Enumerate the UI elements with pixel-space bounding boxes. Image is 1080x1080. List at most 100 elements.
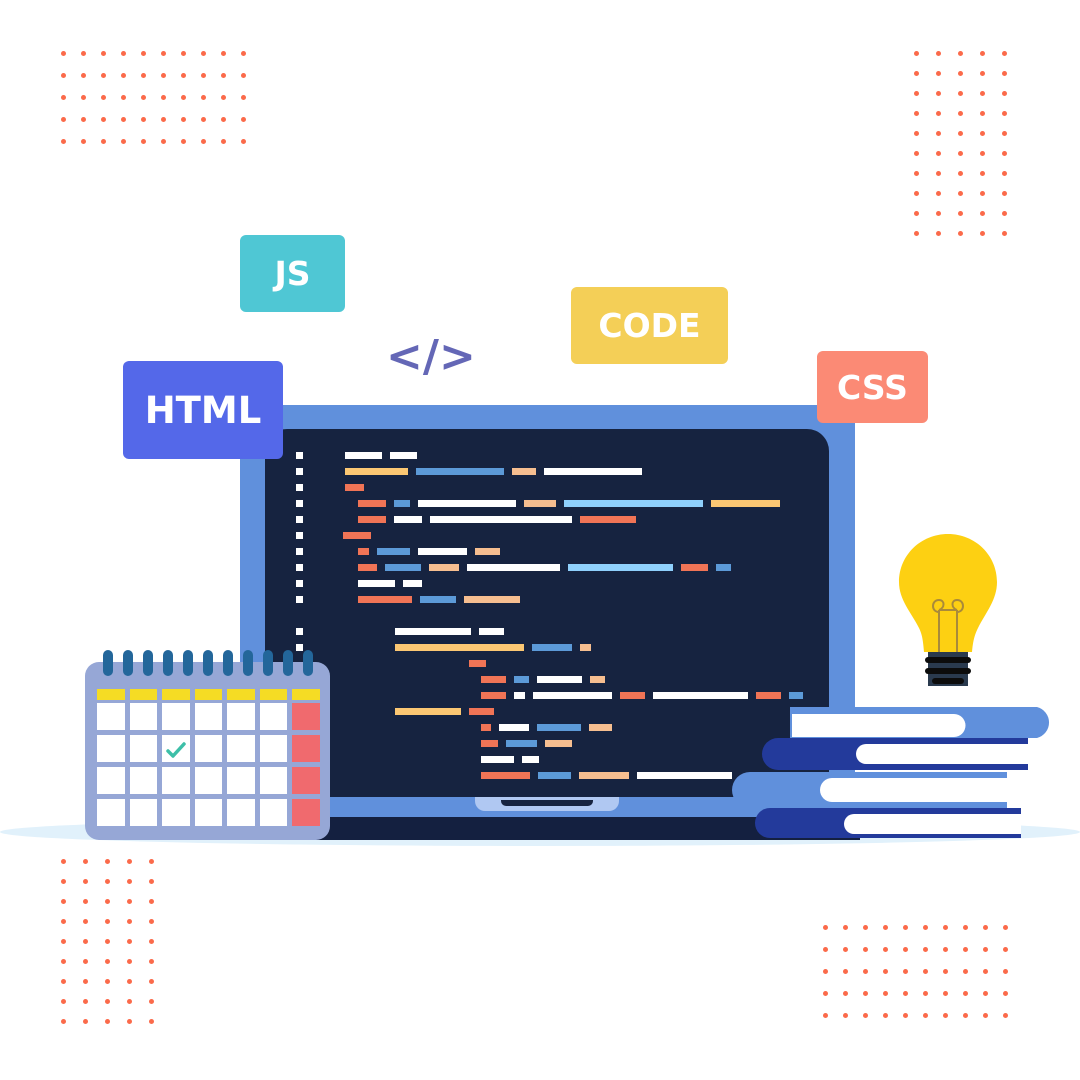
decor-dot xyxy=(936,151,941,156)
decor-dot xyxy=(161,95,166,100)
book-top xyxy=(790,707,1050,738)
decor-dot xyxy=(105,939,110,944)
calendar-day-cell xyxy=(259,703,287,730)
code-token xyxy=(533,692,612,699)
decor-dot xyxy=(903,991,908,996)
decor-dot xyxy=(61,959,66,964)
code-token xyxy=(481,756,514,763)
decor-dot xyxy=(149,959,154,964)
decor-dot xyxy=(923,947,928,952)
decor-dot xyxy=(863,969,868,974)
decor-dot xyxy=(883,991,888,996)
decor-dot xyxy=(83,899,88,904)
decor-dot xyxy=(61,899,66,904)
code-tag-label: CODE xyxy=(598,306,701,345)
calendar-ring xyxy=(303,650,313,676)
decor-dot xyxy=(983,1013,988,1018)
decor-dot xyxy=(936,51,941,56)
decor-dot xyxy=(105,859,110,864)
calendar-day-cell xyxy=(129,799,157,826)
decor-dot xyxy=(61,139,66,144)
calendar-ring xyxy=(143,650,153,676)
decor-dot xyxy=(201,139,206,144)
decor-dot xyxy=(61,999,66,1004)
decor-dot xyxy=(161,51,166,56)
calendar-day-cell xyxy=(97,735,125,762)
decor-dot xyxy=(1002,131,1007,136)
decor-dot xyxy=(121,51,126,56)
decor-dot xyxy=(980,191,985,196)
calendar-day-cell xyxy=(227,767,255,794)
code-token xyxy=(589,724,612,731)
code-token xyxy=(418,548,467,555)
decor-dot xyxy=(149,999,154,1004)
decor-dot xyxy=(980,51,985,56)
js-tag: JS xyxy=(240,235,345,312)
decor-dot xyxy=(105,999,110,1004)
decor-dot xyxy=(61,859,66,864)
decor-dot xyxy=(149,939,154,944)
line-number-marker xyxy=(296,500,303,507)
decor-dot xyxy=(141,73,146,78)
decor-dot xyxy=(221,117,226,122)
code-brackets-symbol: </> xyxy=(386,331,476,382)
code-token xyxy=(568,564,673,571)
calendar-day-cell xyxy=(129,703,157,730)
decor-dot xyxy=(958,51,963,56)
js-tag-label: JS xyxy=(274,254,311,293)
decor-dot xyxy=(105,879,110,884)
decor-dot xyxy=(914,131,919,136)
calendar-day-header xyxy=(129,689,157,700)
decor-dot xyxy=(958,111,963,116)
decor-dot xyxy=(914,191,919,196)
calendar-day-cell xyxy=(292,735,320,762)
code-token xyxy=(532,644,572,651)
decor-dot xyxy=(241,73,246,78)
decor-dot xyxy=(81,95,86,100)
decor-dot xyxy=(1002,91,1007,96)
decor-dot xyxy=(843,991,848,996)
decor-dot xyxy=(883,925,888,930)
decor-dot xyxy=(914,71,919,76)
code-token xyxy=(537,676,582,683)
decor-dot xyxy=(121,139,126,144)
decor-dot xyxy=(863,1013,868,1018)
calendar-day-header xyxy=(194,689,222,700)
code-token xyxy=(538,772,571,779)
decor-dot xyxy=(81,117,86,122)
decor-dot xyxy=(1002,171,1007,176)
code-token xyxy=(545,740,572,747)
decor-dot xyxy=(863,947,868,952)
calendar-day-header xyxy=(227,689,255,700)
decor-dot xyxy=(980,131,985,136)
decor-dot xyxy=(914,231,919,236)
code-token xyxy=(512,468,536,475)
calendar-day-cell xyxy=(259,767,287,794)
decor-dot xyxy=(61,95,66,100)
code-token xyxy=(377,548,410,555)
decor-dot xyxy=(201,117,206,122)
decor-dot xyxy=(958,71,963,76)
decor-dot xyxy=(83,999,88,1004)
code-token xyxy=(481,740,498,747)
decor-dot xyxy=(127,939,132,944)
calendar-ring xyxy=(223,650,233,676)
decor-dot xyxy=(823,947,828,952)
decor-dot xyxy=(883,947,888,952)
decor-dot xyxy=(923,969,928,974)
decor-dot xyxy=(141,51,146,56)
decor-dot xyxy=(1002,191,1007,196)
line-number-marker xyxy=(296,452,303,459)
decor-dot xyxy=(823,969,828,974)
decor-dot xyxy=(823,1013,828,1018)
code-token xyxy=(506,740,537,747)
code-token xyxy=(499,724,529,731)
decor-dot xyxy=(201,51,206,56)
decor-dot xyxy=(221,73,226,78)
decor-dot xyxy=(83,1019,88,1024)
decor-dot xyxy=(843,925,848,930)
decor-dot xyxy=(61,979,66,984)
code-token xyxy=(345,452,382,459)
code-brackets-icon: </> xyxy=(386,328,476,386)
calendar-day-cell xyxy=(129,735,157,762)
